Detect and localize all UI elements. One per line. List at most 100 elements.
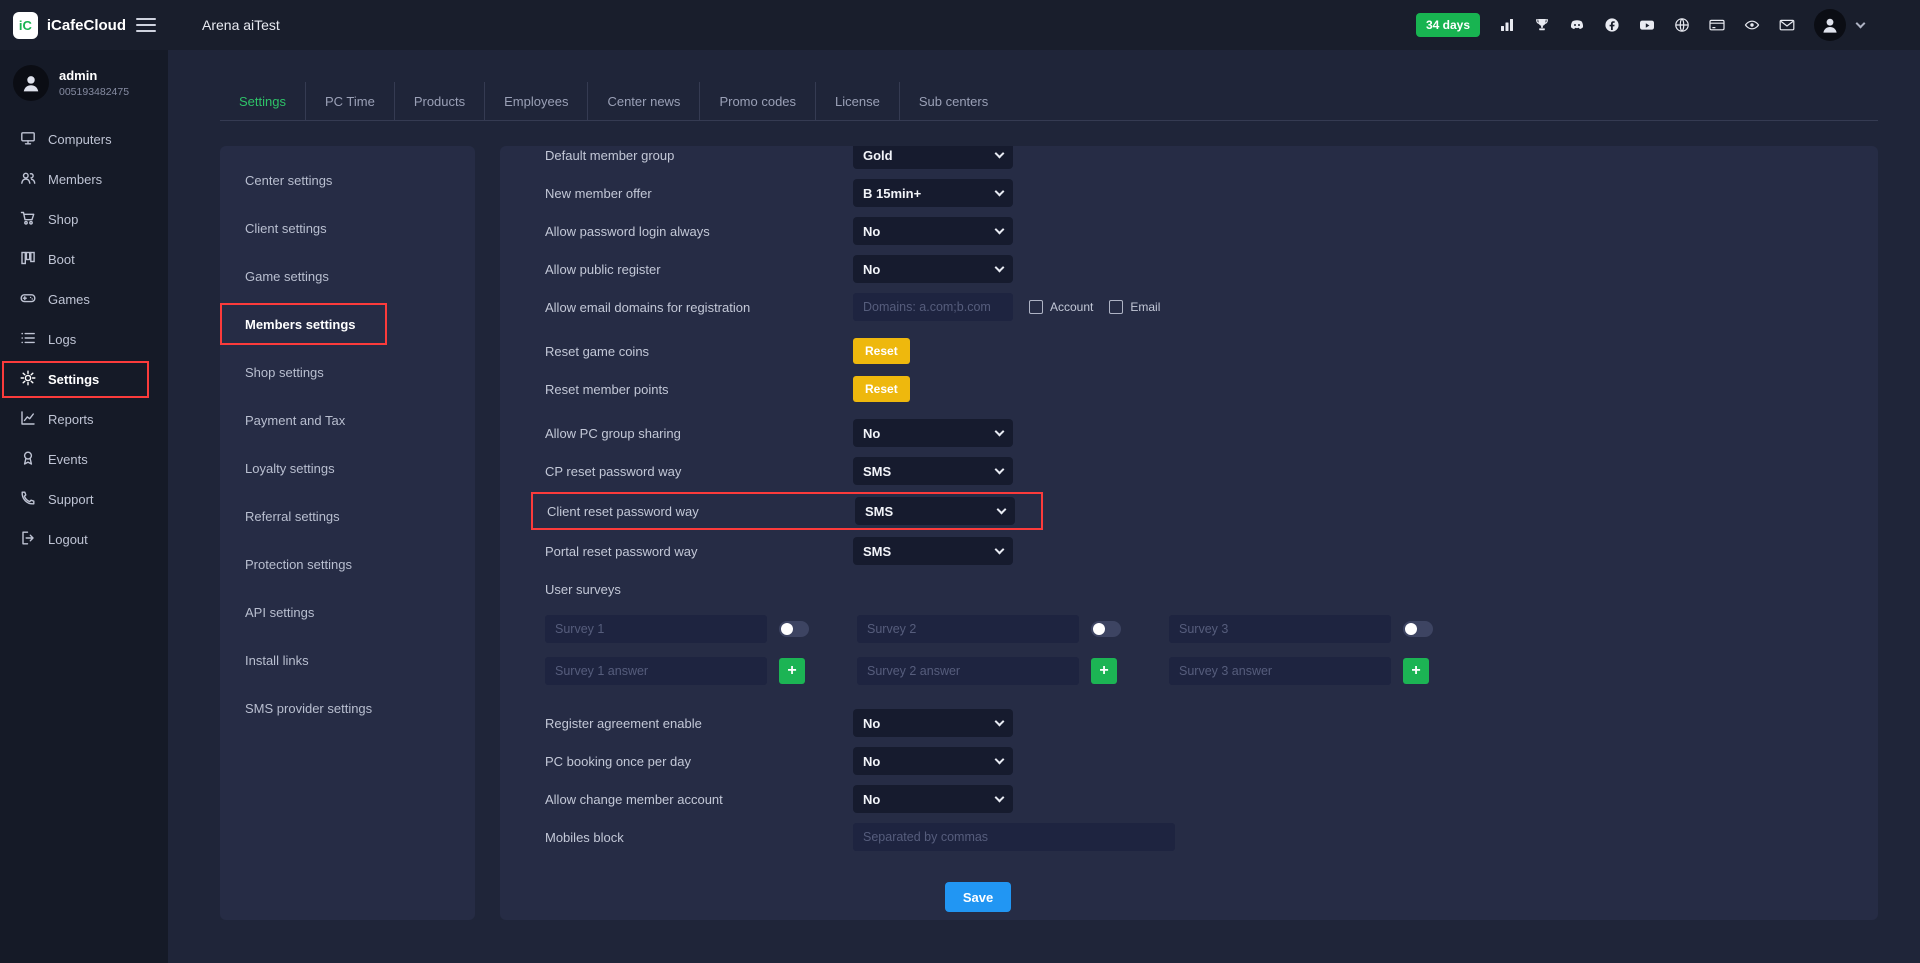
sidebar-item-label: Events (48, 452, 88, 467)
reset-game-coins-button[interactable]: Reset (853, 338, 910, 364)
settings-nav-protection[interactable]: Protection settings (220, 540, 475, 588)
avatar (13, 65, 49, 101)
sidebar-user[interactable]: admin 005193482475 (0, 50, 168, 119)
cart-icon (20, 210, 36, 229)
brand-name: iCafeCloud (47, 17, 126, 34)
settings-nav-loyalty[interactable]: Loyalty settings (220, 444, 475, 492)
cp-reset-password-select[interactable]: SMS (853, 457, 1013, 485)
settings-nav-game[interactable]: Game settings (220, 252, 475, 300)
sidebar-item-members[interactable]: Members (0, 159, 168, 199)
sidebar-item-support[interactable]: Support (0, 479, 168, 519)
settings-nav-install-links[interactable]: Install links (220, 636, 475, 684)
survey-2-answer-input[interactable] (857, 657, 1079, 685)
register-agreement-select[interactable]: No (853, 709, 1013, 737)
portal-reset-password-select[interactable]: SMS (853, 537, 1013, 565)
user-name: admin (59, 68, 129, 83)
card-icon[interactable] (1709, 17, 1725, 33)
account-checkbox[interactable] (1029, 300, 1043, 314)
survey-1-answer-input[interactable] (545, 657, 767, 685)
settings-nav-client[interactable]: Client settings (220, 204, 475, 252)
email-domains-input[interactable] (853, 293, 1013, 321)
survey-3-toggle[interactable] (1403, 621, 1433, 637)
survey-2-input[interactable] (857, 615, 1079, 643)
sidebar-item-logs[interactable]: Logs (0, 319, 168, 359)
sidebar-item-games[interactable]: Games (0, 279, 168, 319)
survey-2-add-button[interactable]: + (1091, 658, 1117, 684)
settings-nav-shop[interactable]: Shop settings (220, 348, 475, 396)
tab-employees[interactable]: Employees (485, 82, 588, 120)
sidebar-item-settings[interactable]: Settings (4, 363, 147, 396)
discord-icon[interactable] (1569, 17, 1585, 33)
chevron-down-icon (995, 545, 1005, 555)
youtube-icon[interactable] (1639, 17, 1655, 33)
chevron-down-icon[interactable] (1856, 19, 1866, 29)
chevron-down-icon (995, 755, 1005, 765)
survey-3-add-button[interactable]: + (1403, 658, 1429, 684)
menu-icon[interactable] (136, 18, 156, 32)
sidebar-item-events[interactable]: Events (0, 439, 168, 479)
tab-products[interactable]: Products (395, 82, 485, 120)
settings-nav-referral[interactable]: Referral settings (220, 492, 475, 540)
topbar-actions: 34 days (1416, 9, 1920, 41)
settings-nav-sms-provider[interactable]: SMS provider settings (220, 684, 475, 732)
sidebar-item-boot[interactable]: Boot (0, 239, 168, 279)
mail-icon[interactable] (1779, 17, 1795, 33)
survey-3-answer-cell: + (1169, 657, 1481, 685)
sidebar-item-label: Shop (48, 212, 78, 227)
form-row-reset-member-points: Reset member points Reset (545, 370, 1838, 408)
settings-nav-members[interactable]: Members settings (222, 305, 385, 343)
pc-booking-select[interactable]: No (853, 747, 1013, 775)
brand[interactable]: iC iCafeCloud (0, 12, 126, 39)
chevron-down-icon (995, 225, 1005, 235)
sidebar-item-shop[interactable]: Shop (0, 199, 168, 239)
mobiles-block-input[interactable] (853, 823, 1175, 851)
reset-member-points-button[interactable]: Reset (853, 376, 910, 402)
new-member-offer-select[interactable]: B 15min+ (853, 179, 1013, 207)
allow-password-login-select[interactable]: No (853, 217, 1013, 245)
stats-icon[interactable] (1499, 17, 1515, 33)
tab-license[interactable]: License (816, 82, 900, 120)
form-row-allow-public-register: Allow public register No (545, 250, 1838, 288)
tab-sub-centers[interactable]: Sub centers (900, 82, 1007, 120)
facebook-icon[interactable] (1604, 17, 1620, 33)
save-button[interactable]: Save (945, 882, 1011, 912)
eye-icon[interactable] (1744, 17, 1760, 33)
globe-icon[interactable] (1674, 17, 1690, 33)
survey-1-toggle[interactable] (779, 621, 809, 637)
user-avatar[interactable] (1814, 9, 1846, 41)
settings-nav-payment-tax[interactable]: Payment and Tax (220, 396, 475, 444)
field-label: PC booking once per day (545, 754, 853, 769)
sidebar-item-reports[interactable]: Reports (0, 399, 168, 439)
settings-nav: Center settings Client settings Game set… (220, 146, 475, 920)
settings-nav-center[interactable]: Center settings (220, 156, 475, 204)
default-member-group-select[interactable]: Gold (853, 146, 1013, 169)
settings-nav-api[interactable]: API settings (220, 588, 475, 636)
trophy-icon[interactable] (1534, 17, 1550, 33)
form-row-register-agreement: Register agreement enable No (545, 704, 1838, 742)
survey-3-cell (1169, 615, 1481, 643)
sidebar-item-logout[interactable]: Logout (0, 519, 168, 559)
chevron-down-icon (995, 427, 1005, 437)
field-label: Register agreement enable (545, 716, 853, 731)
tab-settings[interactable]: Settings (220, 82, 306, 120)
tab-promo-codes[interactable]: Promo codes (700, 82, 816, 120)
chart-icon (20, 410, 36, 429)
survey-2-toggle[interactable] (1091, 621, 1121, 637)
members-settings-form: Default member group Gold New member off… (500, 146, 1878, 920)
form-row-pc-group-sharing: Allow PC group sharing No (545, 414, 1838, 452)
email-checkbox[interactable] (1109, 300, 1123, 314)
sidebar-item-label: Games (48, 292, 90, 307)
sidebar-item-computers[interactable]: Computers (0, 119, 168, 159)
tab-center-news[interactable]: Center news (588, 82, 700, 120)
pc-group-sharing-select[interactable]: No (853, 419, 1013, 447)
change-member-account-select[interactable]: No (853, 785, 1013, 813)
survey-3-answer-input[interactable] (1169, 657, 1391, 685)
client-reset-password-select[interactable]: SMS (855, 497, 1015, 525)
allow-public-register-select[interactable]: No (853, 255, 1013, 283)
tab-pc-time[interactable]: PC Time (306, 82, 395, 120)
chevron-down-icon (995, 149, 1005, 159)
survey-1-add-button[interactable]: + (779, 658, 805, 684)
license-days-badge[interactable]: 34 days (1416, 13, 1480, 37)
survey-1-input[interactable] (545, 615, 767, 643)
survey-3-input[interactable] (1169, 615, 1391, 643)
